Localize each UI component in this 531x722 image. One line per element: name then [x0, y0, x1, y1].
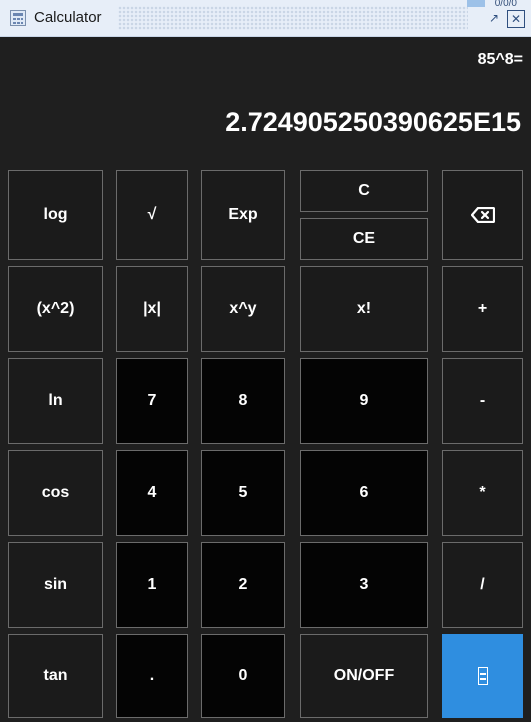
digit-3-button[interactable]: 3 [300, 542, 428, 628]
plus-button[interactable]: + [442, 266, 523, 352]
minus-button[interactable]: - [442, 358, 523, 444]
cos-button[interactable]: cos [8, 450, 103, 536]
digit-8-button[interactable]: 8 [201, 358, 285, 444]
equals-button[interactable] [442, 634, 523, 718]
digit-6-button[interactable]: 6 [300, 450, 428, 536]
backspace-button[interactable] [442, 170, 523, 260]
sin-button[interactable]: sin [8, 542, 103, 628]
sqrt-button[interactable]: √ [116, 170, 188, 260]
tan-button[interactable]: tan [8, 634, 103, 718]
backspace-icon [470, 207, 495, 223]
ln-button[interactable]: ln [8, 358, 103, 444]
equals-icon [477, 667, 488, 685]
digit-5-button[interactable]: 5 [201, 450, 285, 536]
factorial-button[interactable]: x! [300, 266, 428, 352]
on-off-button[interactable]: ON/OFF [300, 634, 428, 718]
expression-text: 85^8= [477, 51, 523, 68]
calculator-display: 85^8= 2.724905250390625E15 [0, 37, 531, 157]
digit-2-button[interactable]: 2 [201, 542, 285, 628]
exp-button[interactable]: Exp [201, 170, 285, 260]
result-text: 2.724905250390625E15 [225, 107, 521, 137]
close-window-button[interactable]: ✕ [507, 10, 525, 28]
digit-0-button[interactable]: 0 [201, 634, 285, 718]
digit-1-button[interactable]: 1 [116, 542, 188, 628]
divide-button[interactable]: / [442, 542, 523, 628]
digit-7-button[interactable]: 7 [116, 358, 188, 444]
titlebar-texture [118, 6, 468, 30]
clear-entry-button[interactable]: CE [300, 218, 428, 260]
log-button[interactable]: log [8, 170, 103, 260]
power-button[interactable]: x^y [201, 266, 285, 352]
digit-4-button[interactable]: 4 [116, 450, 188, 536]
calculator-app-icon [10, 10, 26, 26]
clear-button[interactable]: C [300, 170, 428, 212]
square-button[interactable]: (x^2) [8, 266, 103, 352]
absolute-value-button[interactable]: |x| [116, 266, 188, 352]
window-title: Calculator [34, 9, 102, 26]
overlay-text: 0/0/0 [494, 0, 517, 9]
restore-window-button[interactable]: ↗ [485, 10, 503, 28]
multiply-button[interactable]: * [442, 450, 523, 536]
digit-9-button[interactable]: 9 [300, 358, 428, 444]
overlay-blue-block [467, 0, 485, 7]
decimal-point-button[interactable]: . [116, 634, 188, 718]
title-bar: Calculator 0/0/0 ↗ ✕ [0, 0, 531, 37]
